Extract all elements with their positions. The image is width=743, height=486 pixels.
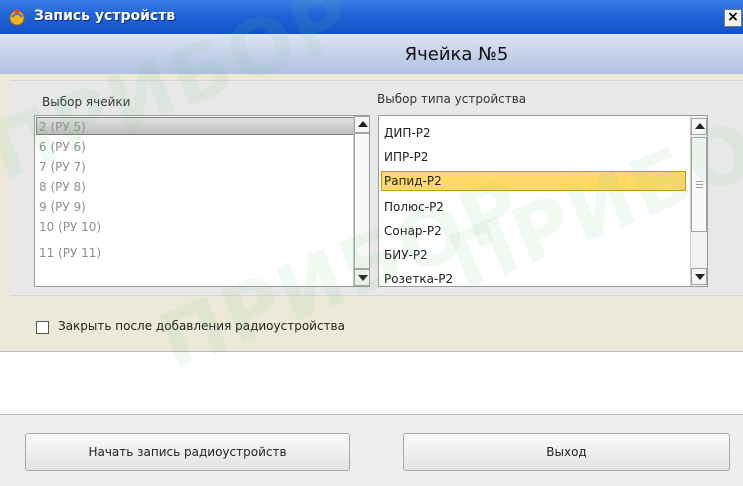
list-item[interactable]: 8 (РУ 8) <box>39 178 86 196</box>
list-item[interactable]: 7 (РУ 7) <box>39 158 86 176</box>
start-recording-button[interactable]: Начать запись радиоустройств <box>25 433 350 471</box>
cell-list-scrollbar[interactable] <box>353 116 369 286</box>
scroll-down-button[interactable] <box>691 268 707 285</box>
close-button[interactable]: × <box>724 9 742 27</box>
scroll-down-button[interactable] <box>354 269 369 286</box>
list-item[interactable]: Сонар-Р2 <box>384 222 442 240</box>
grip-line <box>696 181 703 182</box>
arrow-down-icon <box>358 275 368 281</box>
list-item[interactable]: 6 (РУ 6) <box>39 138 86 156</box>
device-list-scrollbar[interactable] <box>690 116 707 286</box>
list-item[interactable]: Рапид-Р2 <box>384 172 442 190</box>
device-type-label: Выбор типа устройства <box>377 92 527 106</box>
app-icon <box>9 9 25 26</box>
scroll-thumb[interactable] <box>354 133 369 269</box>
scroll-up-button[interactable] <box>354 116 369 133</box>
cell-list[interactable]: 2 (РУ 5) 6 (РУ 6) 7 (РУ 7) 8 (РУ 8) 9 (Р… <box>34 115 370 287</box>
list-item[interactable]: ИПР-Р2 <box>384 148 428 166</box>
close-after-add-label[interactable]: Закрыть после добавления радиоустройства <box>58 319 345 333</box>
list-item[interactable]: Розетка-Р2 <box>384 270 453 286</box>
window-title: Запись устройств <box>34 8 176 24</box>
list-item[interactable]: 9 (РУ 9) <box>39 198 86 216</box>
device-type-list[interactable]: ДИП-Р2 ИПР-Р2 Рапид-Р2 Полюс-Р2 Сонар-Р2… <box>378 115 708 287</box>
list-item[interactable]: БИУ-Р2 <box>384 246 428 264</box>
list-item[interactable]: 2 (РУ 5) <box>39 118 86 136</box>
grip-line <box>696 184 703 185</box>
arrow-up-icon <box>695 123 705 129</box>
list-item[interactable]: 11 (РУ 11) <box>39 244 101 262</box>
list-item[interactable]: ДИП-Р2 <box>384 124 431 142</box>
scroll-up-button[interactable] <box>691 118 707 135</box>
close-after-add-checkbox[interactable] <box>36 321 49 334</box>
scroll-thumb[interactable] <box>691 137 707 232</box>
cell-title: Ячейка №5 <box>404 44 509 65</box>
arrow-up-icon <box>358 121 368 127</box>
status-area <box>0 351 743 415</box>
title-bar: Запись устройств × <box>0 0 743 34</box>
grip-line <box>696 187 703 188</box>
cell-select-label: Выбор ячейки <box>42 95 131 109</box>
exit-button[interactable]: Выход <box>403 433 730 471</box>
list-item[interactable]: Полюс-Р2 <box>384 198 444 216</box>
arrow-down-icon <box>695 274 705 280</box>
cell-header: Ячейка №5 <box>0 34 743 74</box>
list-item[interactable]: 10 (РУ 10) <box>39 218 101 236</box>
